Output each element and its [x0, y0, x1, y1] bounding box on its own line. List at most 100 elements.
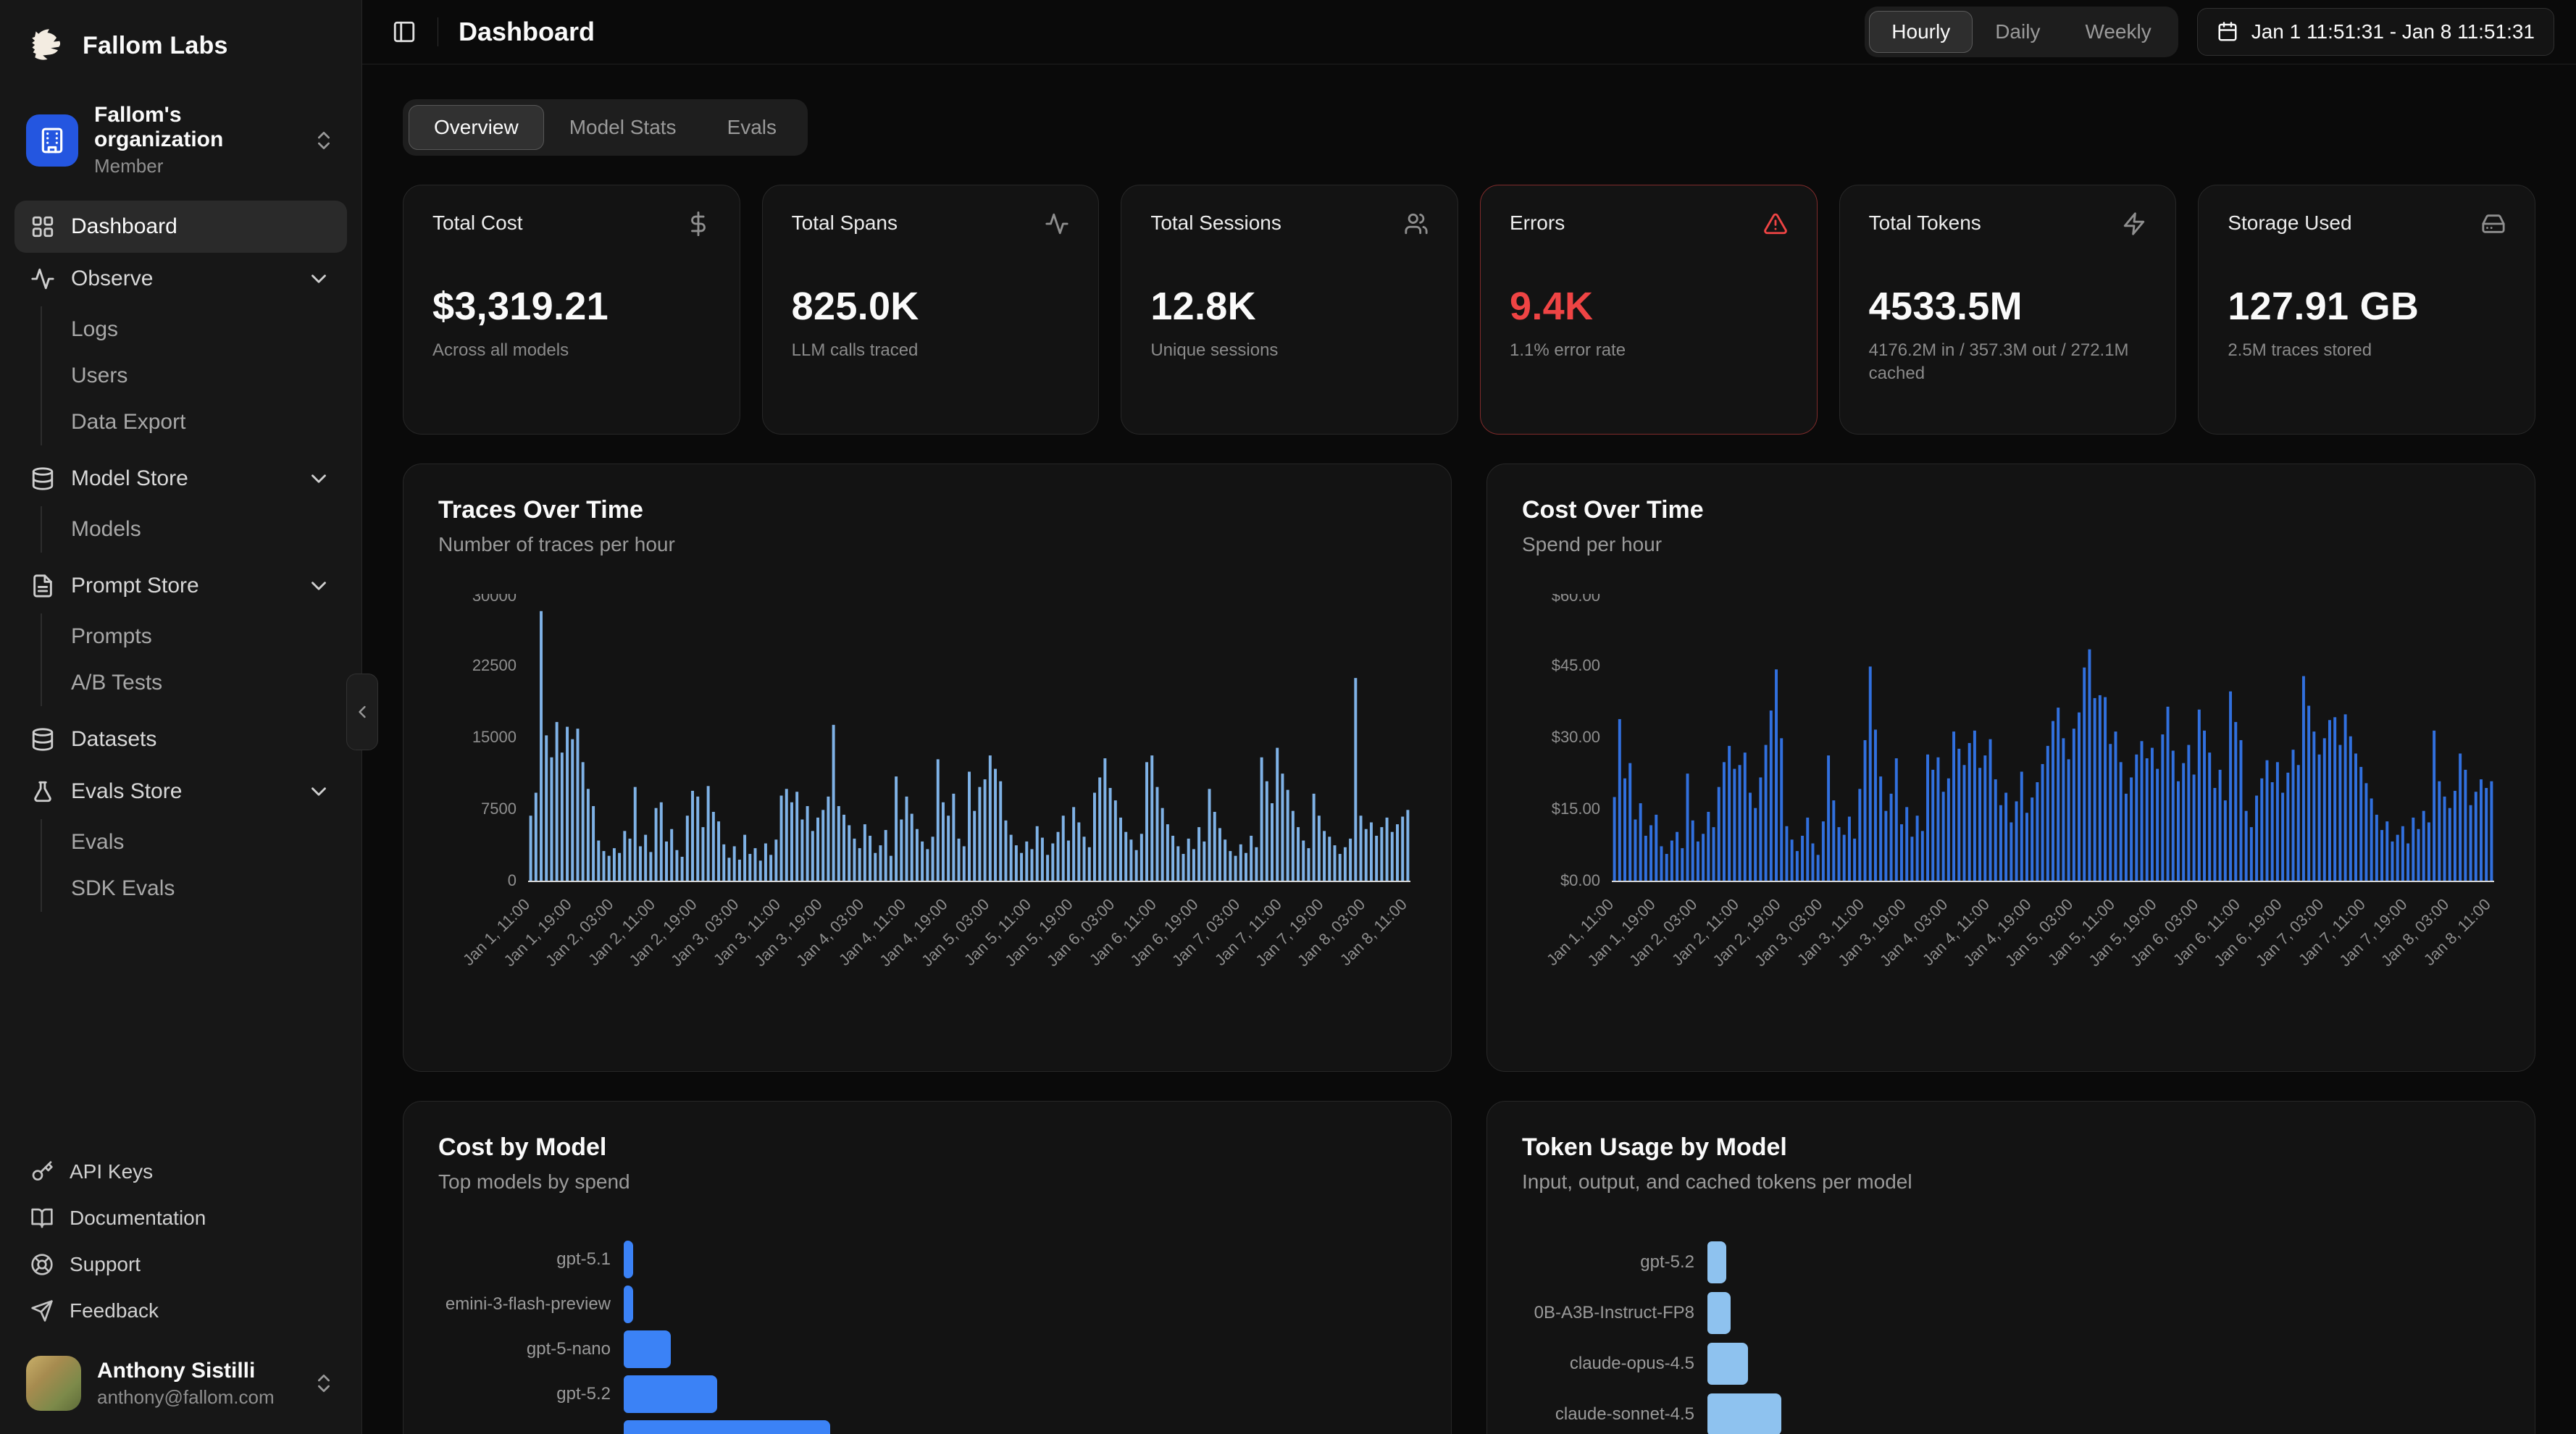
svg-text:$15.00: $15.00: [1552, 800, 1600, 818]
sidebar-item-dashboard[interactable]: Dashboard: [14, 201, 347, 253]
stat-card-header: Storage Used: [2228, 211, 2506, 236]
granularity-weekly[interactable]: Weekly: [2062, 11, 2173, 53]
stat-card-value: 825.0K: [792, 284, 1070, 329]
sidebar-item-a-b-tests[interactable]: A/B Tests: [71, 660, 347, 706]
sidebar-item-feedback[interactable]: Feedback: [14, 1288, 347, 1334]
sidebar-subgroup-prompt-store: PromptsA/B Tests: [41, 613, 347, 706]
sidebar-item-users[interactable]: Users: [71, 353, 347, 399]
cost-by-model-card: Cost by ModelTop models by spendgpt-5.1e…: [403, 1101, 1452, 1434]
cost-over-time-chart: $0.00$15.00$30.00$45.00$60.00Jan 1, 11:0…: [1522, 594, 2501, 1014]
bar: [624, 1375, 717, 1413]
stat-card-value: 127.91 GB: [2228, 284, 2506, 329]
sidebar-item-api-keys[interactable]: API Keys: [14, 1149, 347, 1195]
sidebar-subgroup-observe: LogsUsersData Export: [41, 306, 347, 445]
tab-evals[interactable]: Evals: [702, 105, 802, 150]
cost-by-model-chart: gpt-5.1emini-3-flash-previewgpt-5-nanogp…: [438, 1237, 1416, 1434]
chart-subtitle: Top models by spend: [438, 1170, 1416, 1194]
stat-cards: Total Cost$3,319.21Across all modelsTota…: [403, 185, 2535, 435]
bar-row: gpt-5.1: [438, 1237, 1416, 1282]
granularity-segmented-control: HourlyDailyWeekly: [1865, 7, 2178, 57]
bar-row: gpt-5.2: [438, 1372, 1416, 1417]
sidebar-link-label: Support: [70, 1253, 141, 1276]
alert-triangle-icon: [1763, 211, 1788, 236]
org-avatar: [26, 114, 78, 167]
chevron-down-icon: [306, 779, 331, 804]
stat-card-header: Errors: [1510, 211, 1788, 236]
user-name: Anthony Sistilli: [97, 1359, 296, 1383]
stat-card-title: Total Cost: [432, 211, 523, 235]
file-text-icon: [30, 574, 55, 598]
sidebar-item-models[interactable]: Models: [71, 506, 347, 553]
building-icon: [38, 127, 66, 154]
sidebar-item-evals-store[interactable]: Evals Store: [14, 766, 347, 818]
tab-overview[interactable]: Overview: [409, 105, 544, 150]
token-usage-by-model-card: Token Usage by Model Input, output, and c…: [1486, 1101, 2535, 1434]
chart-title: Traces Over Time: [438, 496, 1416, 524]
bar-row: claude-sonnet-4.5: [1522, 1389, 2500, 1434]
sidebar-collapse-button[interactable]: [346, 674, 378, 750]
topbar-right: HourlyDailyWeekly Jan 1 11:51:31 - Jan 8…: [1865, 7, 2554, 57]
hard-drive-icon: [2481, 211, 2506, 236]
sidebar-item-logs[interactable]: Logs: [71, 306, 347, 353]
bar-row: gpt-5-nano: [438, 1327, 1416, 1372]
granularity-hourly[interactable]: Hourly: [1869, 11, 1973, 53]
chevron-down-icon: [306, 466, 331, 491]
chart-title: Token Usage by Model: [1522, 1133, 2500, 1162]
sidebar-item-label: Prompt Store: [71, 574, 199, 598]
sidebar-item-prompts[interactable]: Prompts: [71, 613, 347, 660]
bar: [624, 1330, 671, 1368]
charts-row-2: Cost by ModelTop models by spendgpt-5.1e…: [403, 1101, 2535, 1434]
svg-text:$0.00: $0.00: [1560, 871, 1600, 889]
stat-card-storage-used: Storage Used127.91 GB2.5M traces stored: [2198, 185, 2535, 435]
bar: [1707, 1292, 1731, 1334]
sidebar-item-data-export[interactable]: Data Export: [71, 399, 347, 445]
sidebar-item-support[interactable]: Support: [14, 1241, 347, 1288]
svg-text:$30.00: $30.00: [1552, 728, 1600, 746]
date-range-button[interactable]: Jan 1 11:51:31 - Jan 8 11:51:31: [2197, 8, 2554, 56]
stat-card-header: Total Sessions: [1150, 211, 1429, 236]
layout-grid-icon: [30, 214, 55, 239]
svg-text:0: 0: [508, 871, 517, 889]
sidebar-item-observe[interactable]: Observe: [14, 253, 347, 305]
svg-text:30000: 30000: [472, 594, 517, 605]
bar: [624, 1241, 633, 1278]
stat-card-header: Total Cost: [432, 211, 711, 236]
stat-card-value: 12.8K: [1150, 284, 1429, 329]
svg-text:7500: 7500: [481, 800, 517, 818]
tab-model-stats[interactable]: Model Stats: [544, 105, 702, 150]
sidebar-item-documentation[interactable]: Documentation: [14, 1195, 347, 1241]
user-email: anthony@fallom.com: [97, 1386, 296, 1409]
stat-card-value: $3,319.21: [432, 284, 711, 329]
bar-label: claude-sonnet-4.5: [1522, 1404, 1707, 1425]
sidebar-item-model-store[interactable]: Model Store: [14, 453, 347, 505]
sidebar-subgroup-model-store: Models: [41, 506, 347, 553]
granularity-daily[interactable]: Daily: [1973, 11, 2062, 53]
sidebar-toggle-button[interactable]: [384, 12, 425, 52]
sidebar-item-evals[interactable]: Evals: [71, 819, 347, 865]
user-avatar: [26, 1356, 81, 1411]
chevrons-up-down-icon: [312, 1372, 335, 1395]
svg-text:15000: 15000: [472, 728, 517, 746]
org-meta: Fallom's organization Member: [94, 103, 296, 177]
dollar-icon: [686, 211, 711, 236]
chart-body: $0.00$15.00$30.00$45.00$60.00Jan 1, 11:0…: [1522, 594, 2500, 1018]
database-icon: [30, 727, 55, 752]
bar-label: 0B-A3B-Instruct-FP8: [1522, 1303, 1707, 1323]
sidebar-item-prompt-store[interactable]: Prompt Store: [14, 560, 347, 612]
stat-card-value: 9.4K: [1510, 284, 1788, 329]
stat-card-total-tokens: Total Tokens4533.5M4176.2M in / 357.3M o…: [1839, 185, 2177, 435]
bar-label: gpt-5.1: [438, 1249, 624, 1270]
user-menu[interactable]: Anthony Sistilli anthony@fallom.com: [16, 1347, 346, 1420]
sidebar-item-sdk-evals[interactable]: SDK Evals: [71, 865, 347, 912]
sidebar-item-label: Evals Store: [71, 779, 182, 804]
cost-over-time-card: Cost Over TimeSpend per hour$0.00$15.00$…: [1486, 464, 2535, 1072]
org-role: Member: [94, 155, 296, 177]
chart-subtitle: Input, output, and cached tokens per mod…: [1522, 1170, 2500, 1194]
org-switcher[interactable]: Fallom's organization Member: [16, 94, 346, 186]
sidebar-item-datasets[interactable]: Datasets: [14, 713, 347, 766]
stat-card-title: Storage Used: [2228, 211, 2351, 235]
send-icon: [30, 1299, 54, 1322]
zap-icon: [2122, 211, 2146, 236]
sidebar-spacer: [0, 919, 361, 1149]
chart-body: 07500150002250030000Jan 1, 11:00Jan 1, 1…: [438, 594, 1416, 1018]
